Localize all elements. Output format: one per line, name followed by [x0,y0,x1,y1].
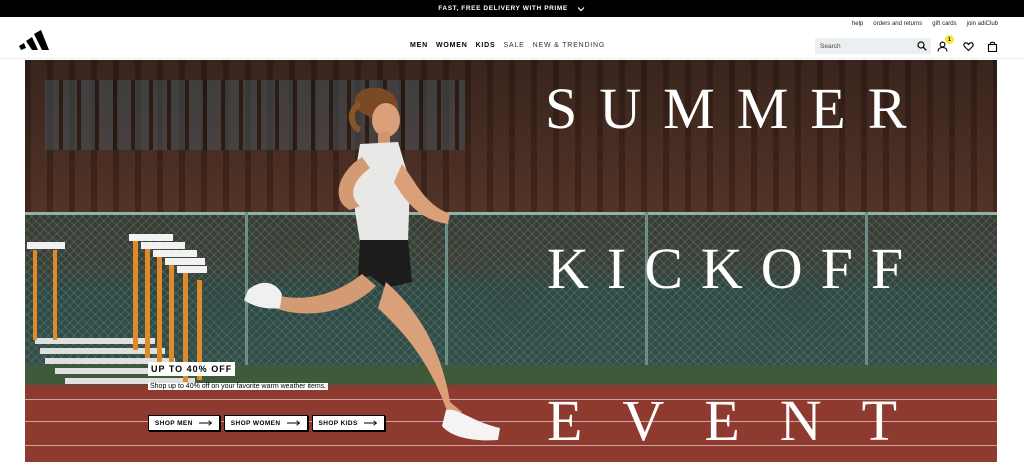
nav-women[interactable]: WOMEN [436,42,468,49]
adidas-logo[interactable] [17,29,49,51]
runner-image [244,87,500,441]
hero-banner[interactable]: SUMMER KICKOFF EVENT UP TO 40% OFF Shop … [25,60,997,462]
search-icon[interactable] [917,41,927,51]
join-adiclub-link[interactable]: join adiClub [967,21,998,27]
account-badge: 1 [945,35,954,44]
utility-links: help orders and returns gift cards join … [852,21,998,27]
shop-kids-label: SHOP KIDS [318,419,358,427]
arrow-right-icon [286,420,300,426]
shop-kids-button[interactable]: SHOP KIDS [311,415,385,431]
sale-description-text: Shop up to 40% off on your favorite warm… [148,383,329,390]
shopping-bag-icon[interactable] [987,41,998,52]
nav-sale[interactable]: SALE [504,42,525,49]
help-link[interactable]: help [852,21,863,27]
shop-men-label: SHOP MEN [155,419,193,427]
cta-row: SHOP MEN SHOP WOMEN SHOP KIDS [148,415,385,431]
chevron-down-icon [577,6,585,11]
hero-title-line-2: KICKOFF [547,236,922,301]
nav-kids[interactable]: KIDS [476,42,496,49]
site-header: help orders and returns gift cards join … [0,17,1024,59]
nav-men[interactable]: MEN [410,42,428,49]
promo-text: FAST, FREE DELIVERY WITH PRIME [438,5,568,12]
search-box[interactable] [815,38,931,54]
nav-new-trending[interactable]: NEW & TRENDING [533,42,606,49]
shop-women-label: SHOP WOMEN [230,419,281,427]
hero-title-line-3: EVENT [547,388,938,453]
hero-title-line-1: SUMMER [545,76,929,141]
sale-description: Shop up to 40% off on your favorite warm… [148,381,334,392]
arrow-right-icon [363,420,378,426]
heart-icon[interactable] [963,41,974,52]
sale-tag: UP TO 40% OFF [148,362,236,376]
shop-women-button[interactable]: SHOP WOMEN [223,415,308,431]
promo-bar[interactable]: FAST, FREE DELIVERY WITH PRIME [0,0,1024,17]
main-nav: MEN WOMEN KIDS SALE NEW & TRENDING [410,42,605,49]
search-input[interactable] [820,42,912,50]
gift-cards-link[interactable]: gift cards [932,21,956,27]
orders-returns-link[interactable]: orders and returns [873,21,922,27]
shop-men-button[interactable]: SHOP MEN [148,415,220,431]
arrow-right-icon [198,420,213,426]
